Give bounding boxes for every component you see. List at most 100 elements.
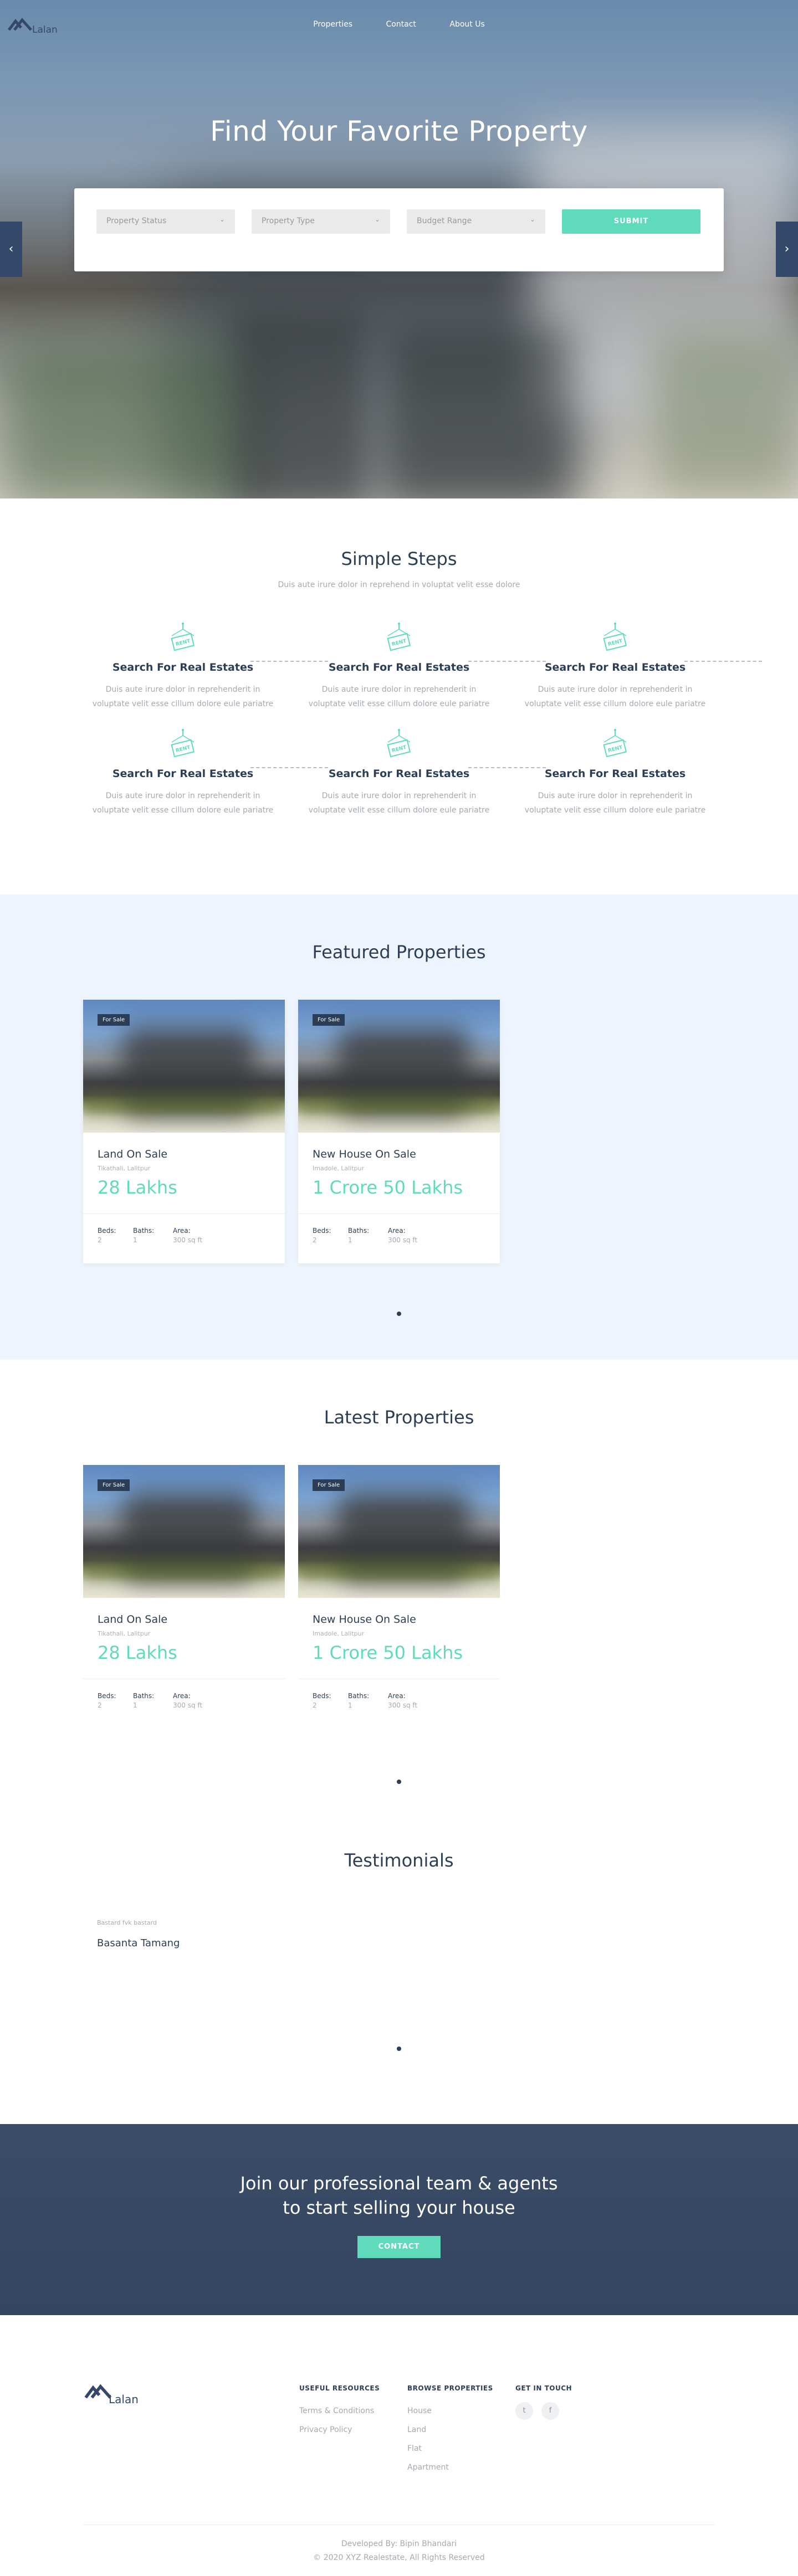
step-connector bbox=[250, 767, 328, 768]
area-value: 300 sq ft bbox=[173, 1236, 203, 1244]
step-connector bbox=[468, 767, 546, 768]
section-title: Latest Properties bbox=[324, 1407, 474, 1428]
footer-browse-properties: BROWSE PROPERTIES House Land Flat Apartm… bbox=[407, 2384, 493, 2472]
property-title[interactable]: Land On Sale bbox=[98, 1148, 167, 1160]
featured-properties-section: Featured Properties For Sale Land On Sale… bbox=[0, 894, 798, 1360]
nav-item-properties[interactable]: Properties bbox=[313, 20, 352, 29]
property-price: 28 Lakhs bbox=[98, 1642, 177, 1663]
footer: Lalan USEFUL RESOURCES Terms & Condition… bbox=[0, 2315, 798, 2576]
property-type-select[interactable]: Property Type ⌄ bbox=[252, 209, 390, 234]
beds-value: 2 bbox=[313, 1701, 317, 1709]
property-title[interactable]: New House On Sale bbox=[313, 1613, 416, 1626]
testimonial-quote: Bastard fvk bastard bbox=[97, 1919, 157, 1926]
chevron-down-icon: ⌄ bbox=[219, 215, 225, 223]
nav-item-about-us[interactable]: About Us bbox=[449, 20, 484, 29]
select-label: Budget Range bbox=[417, 217, 472, 225]
footer-link-apartment[interactable]: Apartment bbox=[407, 2463, 493, 2472]
section-title: Testimonials bbox=[344, 1850, 454, 1871]
chevron-down-icon: ⌄ bbox=[374, 215, 380, 223]
property-title[interactable]: New House On Sale bbox=[313, 1148, 416, 1160]
nav-menu: Properties Contact About Us bbox=[0, 20, 798, 29]
step-title: Search For Real Estates bbox=[328, 768, 470, 780]
step-connector bbox=[250, 661, 328, 662]
footer-link-terms[interactable]: Terms & Conditions bbox=[299, 2407, 380, 2415]
step-item: RENT Search For Real Estates Duis aute iru… bbox=[83, 727, 283, 817]
property-status-select[interactable]: Property Status ⌄ bbox=[96, 209, 235, 234]
footer-link-land[interactable]: Land bbox=[407, 2425, 493, 2434]
baths-value: 1 bbox=[133, 1236, 137, 1244]
status-badge: For Sale bbox=[313, 1014, 345, 1026]
property-title[interactable]: Land On Sale bbox=[98, 1613, 167, 1626]
rent-sign-icon: RENT bbox=[603, 729, 627, 758]
step-title: Search For Real Estates bbox=[112, 661, 254, 673]
baths-info: Baths: 1 bbox=[348, 1692, 369, 1709]
footer-logo[interactable]: Lalan bbox=[83, 2382, 150, 2406]
chevron-right-icon: › bbox=[784, 242, 790, 256]
footer-link-privacy[interactable]: Privacy Policy bbox=[299, 2425, 380, 2434]
footer-divider bbox=[83, 2524, 715, 2525]
step-text: Duis aute irure dolor in reprehenderit i… bbox=[92, 685, 274, 708]
developer-credit: Developed By: Bipin Bhandari bbox=[341, 2539, 457, 2548]
carousel-dot[interactable] bbox=[397, 1780, 401, 1784]
footer-column-title: BROWSE PROPERTIES bbox=[407, 2384, 493, 2392]
property-card[interactable]: For Sale Land On Sale Tikathali, Lalitpur 2… bbox=[83, 1000, 285, 1263]
twitter-icon[interactable]: t bbox=[515, 2402, 533, 2420]
area-label: Area: bbox=[388, 1692, 406, 1700]
baths-label: Baths: bbox=[348, 1227, 370, 1235]
footer-column-title: USEFUL RESOURCES bbox=[299, 2384, 380, 2392]
beds-value: 2 bbox=[313, 1236, 317, 1244]
section-title: Simple Steps bbox=[341, 548, 457, 569]
budget-range-select[interactable]: Budget Range ⌄ bbox=[407, 209, 545, 234]
step-title: Search For Real Estates bbox=[328, 661, 470, 673]
area-info: Area: 300 sq ft bbox=[388, 1692, 417, 1709]
area-value: 300 sq ft bbox=[388, 1236, 418, 1244]
section-subtitle: Duis aute irure dolor in reprehend in vo… bbox=[278, 580, 520, 589]
area-info: Area: 300 sq ft bbox=[388, 1227, 417, 1244]
cta-line-1: Join our professional team & agents bbox=[240, 2173, 558, 2194]
step-title: Search For Real Estates bbox=[544, 661, 686, 673]
step-connector bbox=[684, 661, 762, 662]
step-connector bbox=[468, 661, 546, 662]
select-label: Property Status bbox=[106, 217, 167, 225]
baths-value: 1 bbox=[133, 1701, 137, 1709]
simple-steps-section: Simple Steps Duis aute irure dolor in re… bbox=[0, 498, 798, 894]
beds-label: Beds: bbox=[313, 1227, 331, 1235]
carousel-dot[interactable] bbox=[397, 1312, 401, 1316]
footer-useful-resources: USEFUL RESOURCES Terms & Conditions Priv… bbox=[299, 2384, 380, 2434]
area-label: Area: bbox=[388, 1227, 406, 1235]
slider-next-button[interactable]: › bbox=[776, 222, 798, 277]
step-item: RENT Search For Real Estates Duis aute iru… bbox=[515, 727, 715, 817]
carousel-dot[interactable] bbox=[397, 2047, 401, 2051]
facebook-icon[interactable]: f bbox=[541, 2402, 559, 2420]
baths-info: Baths: 1 bbox=[348, 1227, 369, 1244]
rent-sign-icon: RENT bbox=[171, 729, 195, 758]
footer-link-house[interactable]: House bbox=[407, 2407, 493, 2415]
contact-button[interactable]: CONTACT bbox=[357, 2236, 441, 2258]
area-value: 300 sq ft bbox=[173, 1701, 203, 1709]
baths-label: Baths: bbox=[133, 1692, 155, 1700]
slider-prev-button[interactable]: ‹ bbox=[0, 222, 22, 277]
testimonial-author: Basanta Tamang bbox=[97, 1937, 180, 1949]
area-label: Area: bbox=[173, 1692, 191, 1700]
nav-item-contact[interactable]: Contact bbox=[386, 20, 416, 29]
beds-info: Beds: 2 bbox=[98, 1227, 116, 1244]
status-badge: For Sale bbox=[98, 1014, 130, 1026]
step-item: RENT Search For Real Estates Duis aute iru… bbox=[299, 620, 499, 711]
baths-info: Baths: 1 bbox=[133, 1227, 154, 1244]
submit-button[interactable]: SUBMIT bbox=[562, 209, 700, 234]
property-card[interactable]: For Sale New House On Sale Imadole, Lalitp… bbox=[298, 1465, 500, 1729]
beds-info: Beds: 2 bbox=[98, 1692, 116, 1709]
hero: Lalan Properties Contact About Us Find Y… bbox=[0, 0, 798, 498]
beds-label: Beds: bbox=[98, 1692, 116, 1700]
beds-value: 2 bbox=[98, 1701, 102, 1709]
beds-info: Beds: 2 bbox=[313, 1227, 331, 1244]
baths-info: Baths: 1 bbox=[133, 1692, 154, 1709]
step-title: Search For Real Estates bbox=[112, 768, 254, 780]
area-label: Area: bbox=[173, 1227, 191, 1235]
property-card[interactable]: For Sale New House On Sale Imadole, Lalitp… bbox=[298, 1000, 500, 1263]
property-card[interactable]: For Sale Land On Sale Tikathali, Lalitpur 2… bbox=[83, 1465, 285, 1729]
footer-link-flat[interactable]: Flat bbox=[407, 2444, 493, 2453]
rent-sign-icon: RENT bbox=[171, 623, 195, 651]
status-badge: For Sale bbox=[98, 1479, 130, 1491]
beds-value: 2 bbox=[98, 1236, 102, 1244]
